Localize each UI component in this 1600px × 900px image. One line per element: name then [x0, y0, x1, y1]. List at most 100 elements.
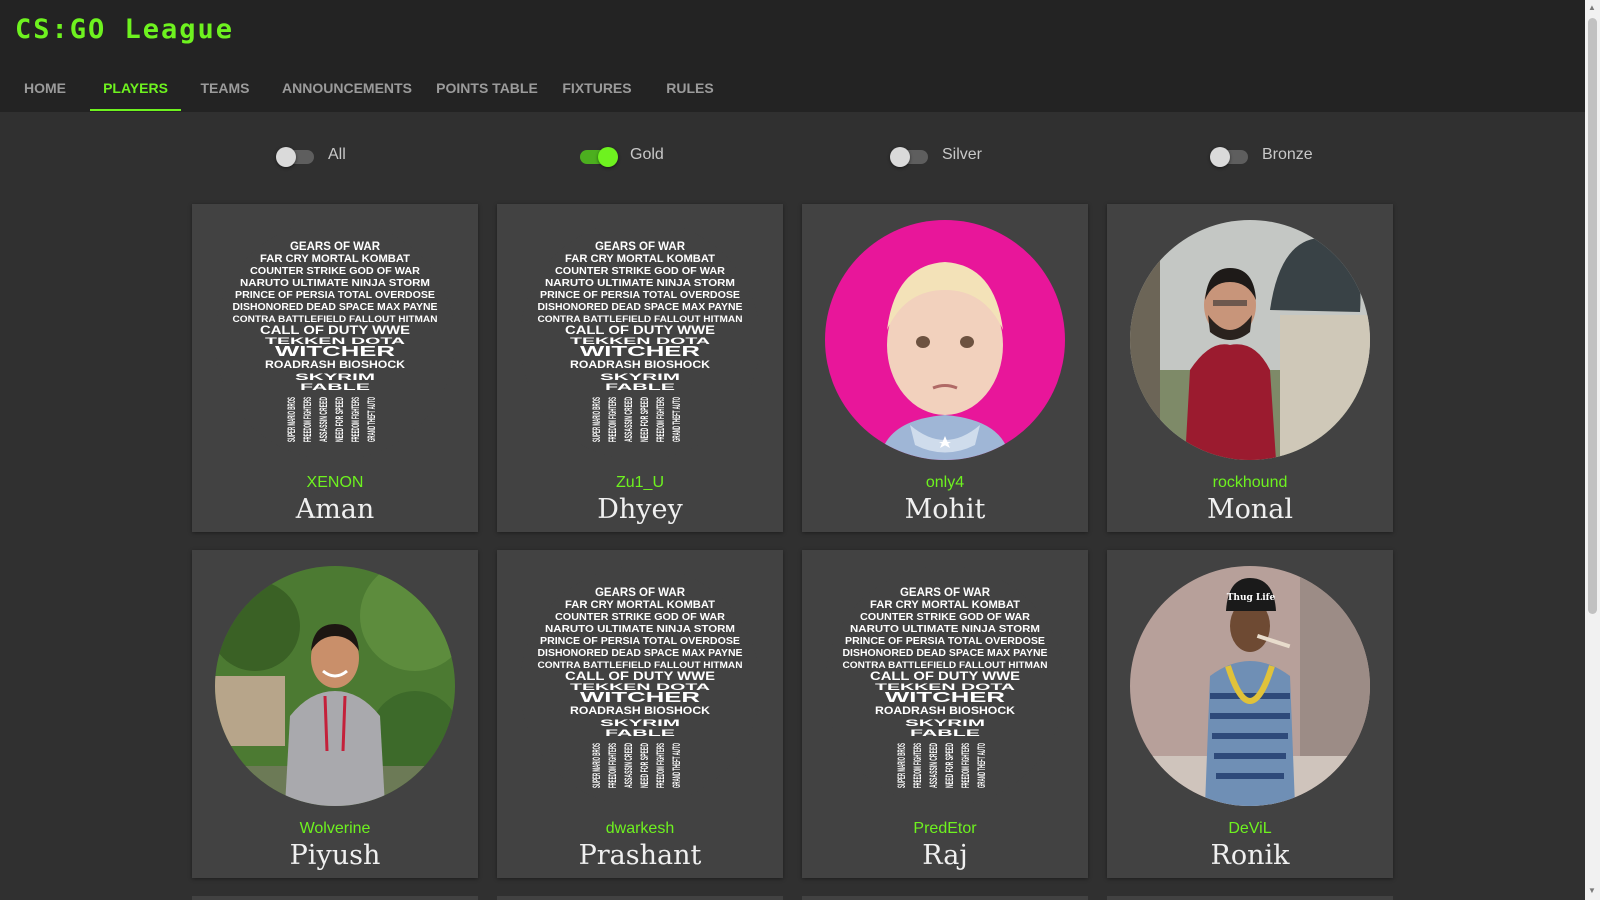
- nav-home[interactable]: HOME: [12, 66, 78, 112]
- game-skull-image: GEARS OF WARFAR CRY MORTAL KOMBATCOUNTER…: [215, 220, 455, 460]
- filter-gold[interactable]: Gold: [578, 135, 664, 175]
- skull-word-line: WITCHER: [275, 343, 395, 360]
- skull-word-line: FABLE: [605, 728, 675, 738]
- player-name: Raj: [922, 840, 968, 871]
- skull-word-column: FREEDOM FIGHTERS: [655, 397, 667, 442]
- game-skull-image: GEARS OF WARFAR CRY MORTAL KOMBATCOUNTER…: [520, 566, 760, 806]
- skull-word-column: FREEDOM FIGHTERS: [607, 397, 619, 442]
- player-avatar: GEARS OF WAR FAR CRY MORTAL KOMBAT COUNTER…: [825, 566, 1065, 806]
- player-card-dhyey[interactable]: GEARS OF WAR FAR CRY MORTAL KOMBAT COUNTER…: [497, 204, 783, 532]
- filter-bronze-toggle[interactable]: [1210, 145, 1250, 167]
- skull-word-line: WITCHER: [580, 689, 700, 706]
- skull-word-line: CALL OF DUTY WWE: [260, 323, 410, 337]
- scroll-up-icon[interactable]: ▲: [1588, 3, 1596, 12]
- skull-word-column: ASSASSIN CREED: [928, 743, 940, 788]
- skull-word-line: FAR CRY MORTAL KOMBAT: [870, 599, 1020, 611]
- player-card-prashant[interactable]: GEARS OF WAR FAR CRY MORTAL KOMBAT COUNTER…: [497, 550, 783, 878]
- skull-word-line: NARUTO ULTIMATE NINJA STORM: [545, 624, 735, 635]
- skull-word-line: FABLE: [910, 728, 980, 738]
- site-logo[interactable]: CS:GO League: [15, 14, 234, 45]
- player-card-partial[interactable]: [802, 896, 1088, 900]
- filter-gold-toggle[interactable]: [578, 145, 618, 167]
- player-avatar: [1130, 220, 1370, 460]
- player-handle: XENON: [306, 474, 364, 491]
- scroll-thumb[interactable]: [1588, 18, 1597, 614]
- skull-word-line: DISHONORED DEAD SPACE MAX PAYNE: [843, 648, 1048, 659]
- player-card-raj[interactable]: GEARS OF WAR FAR CRY MORTAL KOMBAT COUNTER…: [802, 550, 1088, 878]
- skull-word-line: COUNTER STRIKE GOD OF WAR: [250, 266, 421, 277]
- skull-word-column: ASSASSIN CREED: [318, 397, 330, 442]
- skull-word-line: ROADRASH BIOSHOCK: [265, 359, 405, 371]
- skull-word-column: FREEDOM FIGHTERS: [655, 743, 667, 788]
- top-bar: CS:GO League HOME PLAYERS TEAMS ANNOUNCE…: [0, 0, 1585, 112]
- player-name: Dhyey: [597, 494, 683, 525]
- skull-word-line: COUNTER STRIKE GOD OF WAR: [555, 612, 726, 623]
- skull-word-line: PRINCE OF PERSIA TOTAL OVERDOSE: [540, 636, 740, 647]
- nav-players[interactable]: PLAYERS: [90, 66, 181, 112]
- player-handle: Wolverine: [299, 820, 371, 837]
- skull-word-column: SUPER MARIO BROS: [286, 397, 298, 442]
- player-avatar: [825, 220, 1065, 460]
- player-avatar: GEARS OF WAR FAR CRY MORTAL KOMBAT COUNTER…: [520, 220, 760, 460]
- skull-word-line: DISHONORED DEAD SPACE MAX PAYNE: [233, 302, 438, 313]
- skull-word-line: GEARS OF WAR: [595, 239, 685, 253]
- skull-word-line: FAR CRY MORTAL KOMBAT: [565, 599, 715, 611]
- smiling-man-in-hoodie-image: [215, 566, 455, 806]
- player-name: Monal: [1206, 494, 1294, 525]
- skull-word-column: GRAND THEFT AUTO: [976, 743, 988, 788]
- player-card-partial[interactable]: [497, 896, 783, 900]
- main-nav: HOME PLAYERS TEAMS ANNOUNCEMENTS POINTS …: [0, 66, 800, 112]
- scroll-down-icon[interactable]: ▼: [1588, 886, 1596, 895]
- player-handle: only4: [925, 474, 965, 491]
- filter-silver-toggle[interactable]: [890, 145, 930, 167]
- filter-all-label: All: [328, 146, 346, 163]
- player-name: Aman: [295, 494, 375, 525]
- skull-word-column: FREEDOM FIGHTERS: [912, 743, 924, 788]
- player-card-partial[interactable]: [192, 896, 478, 900]
- player-name: Ronik: [1210, 840, 1290, 871]
- skull-word-line: SKYRIM: [600, 718, 680, 728]
- nav-teams[interactable]: TEAMS: [190, 66, 260, 112]
- nav-rules[interactable]: RULES: [660, 66, 720, 112]
- nav-fixtures[interactable]: FIXTURES: [555, 66, 639, 112]
- nav-announcements[interactable]: ANNOUNCEMENTS: [276, 66, 418, 112]
- nav-points-table[interactable]: POINTS TABLE: [430, 66, 544, 112]
- skull-word-line: WITCHER: [580, 343, 700, 360]
- player-handle: PredEtor: [913, 820, 977, 837]
- player-handle: Zu1_U: [615, 474, 665, 491]
- player-card-monal[interactable]: rockhound Monal: [1107, 204, 1393, 532]
- filter-all[interactable]: All: [276, 135, 346, 175]
- skull-word-line: GEARS OF WAR: [595, 585, 685, 599]
- page-scrollbar[interactable]: ▲ ▼: [1585, 0, 1600, 900]
- skull-word-column: FREEDOM FIGHTERS: [302, 397, 314, 442]
- player-card-ronik[interactable]: Thug Life DeViL Ronik: [1107, 550, 1393, 878]
- tier-filters: All Gold Silver Bronze: [0, 135, 1585, 175]
- skull-word-line: COUNTER STRIKE GOD OF WAR: [860, 612, 1031, 623]
- filter-bronze[interactable]: Bronze: [1210, 135, 1313, 175]
- skull-word-column: NEED FOR SPEED: [639, 743, 651, 788]
- skull-word-line: SKYRIM: [905, 718, 985, 728]
- skull-word-line: CALL OF DUTY WWE: [870, 669, 1020, 683]
- skull-word-line: NARUTO ULTIMATE NINJA STORM: [545, 278, 735, 289]
- player-name: Piyush: [289, 840, 381, 871]
- filter-silver[interactable]: Silver: [890, 135, 982, 175]
- skull-word-line: DISHONORED DEAD SPACE MAX PAYNE: [538, 302, 743, 313]
- skull-word-line: WITCHER: [885, 689, 1005, 706]
- skull-word-line: GEARS OF WAR: [290, 239, 380, 253]
- skull-word-column: ASSASSIN CREED: [623, 743, 635, 788]
- filter-all-toggle[interactable]: [276, 145, 316, 167]
- player-card-mohit[interactable]: only4 Mohit: [802, 204, 1088, 532]
- player-name: Mohit: [904, 494, 986, 525]
- skull-word-column: GRAND THEFT AUTO: [671, 397, 683, 442]
- player-avatar: Thug Life: [1130, 566, 1370, 806]
- player-handle: rockhound: [1212, 474, 1288, 491]
- filter-gold-label: Gold: [630, 146, 664, 163]
- player-handle: dwarkesh: [605, 820, 675, 837]
- skull-word-line: PRINCE OF PERSIA TOTAL OVERDOSE: [235, 290, 435, 301]
- player-card-piyush[interactable]: Wolverine Piyush: [192, 550, 478, 878]
- thug-life-meme-image: Thug Life: [1130, 566, 1370, 806]
- skull-word-column: NEED FOR SPEED: [944, 743, 956, 788]
- player-card-partial[interactable]: [1107, 896, 1393, 900]
- skull-word-line: FAR CRY MORTAL KOMBAT: [260, 253, 410, 265]
- player-card-aman[interactable]: GEARS OF WAR FAR CRY MORTAL KOMBAT COUNTER…: [192, 204, 478, 532]
